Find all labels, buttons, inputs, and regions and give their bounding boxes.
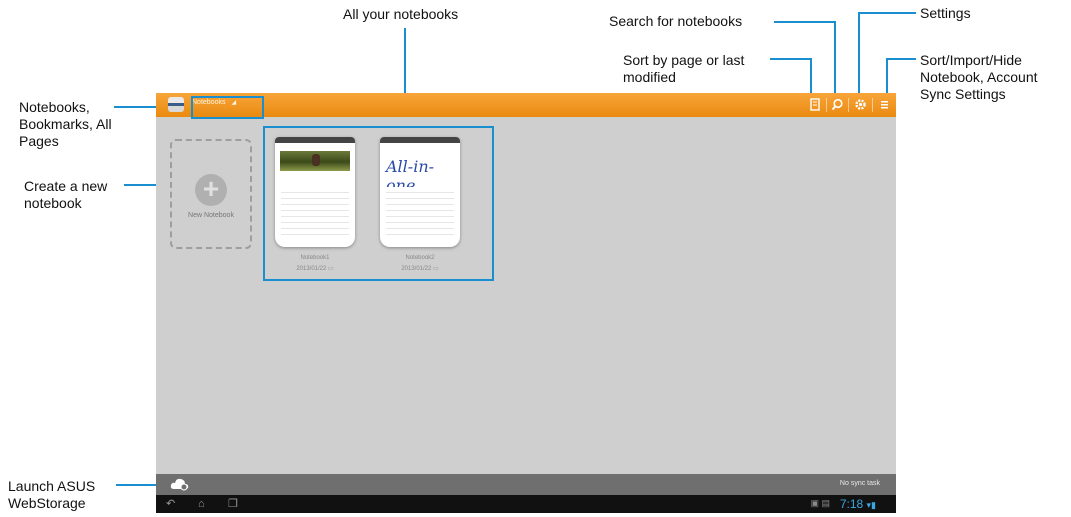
leader-line-sort-v bbox=[810, 58, 812, 96]
search-icon[interactable] bbox=[831, 98, 844, 111]
system-nav-bar: ↶ ⌂ ❐ ▣ ▤ 7:18 ▾▮ bbox=[156, 495, 896, 513]
bottom-bar: No sync task bbox=[156, 474, 896, 495]
action-bar: Notebooks ◢ bbox=[156, 93, 896, 117]
action-bar-divider bbox=[848, 98, 849, 112]
callout-notebooks-menu-line2: Bookmarks, All bbox=[19, 116, 112, 132]
callout-notebooks-menu-line3: Pages bbox=[19, 133, 59, 149]
clock-time: 7:18 bbox=[839, 497, 864, 511]
callout-sort-line1: Sort by page or last bbox=[623, 52, 745, 68]
clock: 7:18 ▾▮ bbox=[840, 497, 876, 511]
leader-line-sort-import-h bbox=[886, 58, 916, 60]
sort-page-icon[interactable] bbox=[809, 98, 822, 111]
callout-settings: Settings bbox=[920, 5, 971, 21]
callout-sort-import-line3: Sync Settings bbox=[920, 86, 1006, 102]
status-icons: ▣ ▤ bbox=[810, 498, 830, 508]
leader-line-sort-import-v bbox=[886, 58, 888, 96]
callout-webstorage: Launch ASUS WebStorage bbox=[8, 478, 95, 512]
leader-line-sort-h bbox=[770, 58, 812, 60]
callout-sort-line2: modified bbox=[623, 69, 676, 85]
back-icon[interactable]: ↶ bbox=[166, 498, 175, 510]
new-notebook-button[interactable]: + New Notebook bbox=[170, 139, 252, 249]
callout-create-new: Create a new notebook bbox=[24, 178, 107, 212]
action-bar-divider bbox=[826, 98, 827, 112]
callout-notebooks-menu-line1: Notebooks, bbox=[19, 99, 90, 115]
overflow-menu-icon[interactable] bbox=[878, 98, 891, 111]
supernote-app-icon[interactable] bbox=[168, 97, 184, 112]
leader-line-search-v bbox=[834, 21, 836, 96]
highlight-notebooks-dropdown bbox=[191, 96, 264, 119]
webstorage-cloud-icon[interactable] bbox=[170, 477, 190, 491]
callout-sort-import: Sort/Import/Hide Notebook, Account Sync … bbox=[920, 52, 1038, 103]
leader-line-settings-h bbox=[858, 12, 916, 14]
callout-all-notebooks: All your notebooks bbox=[343, 6, 459, 22]
sync-status: No sync task bbox=[839, 480, 880, 487]
highlight-notebook-list bbox=[263, 126, 494, 281]
recent-apps-icon[interactable]: ❐ bbox=[228, 498, 238, 510]
gear-icon[interactable] bbox=[854, 98, 867, 111]
callout-search: Search for notebooks bbox=[609, 13, 743, 29]
leader-line-search-h bbox=[774, 21, 836, 23]
leader-line-settings-v bbox=[858, 12, 860, 96]
callout-sort: Sort by page or last modified bbox=[623, 52, 744, 86]
callout-create-new-line1: Create a new bbox=[24, 178, 108, 194]
action-bar-divider bbox=[872, 98, 873, 112]
new-notebook-label: New Notebook bbox=[188, 212, 234, 219]
callout-sort-import-line2: Notebook, Account bbox=[920, 69, 1038, 85]
callout-create-new-line2: notebook bbox=[24, 195, 82, 211]
callout-webstorage-line2: WebStorage bbox=[8, 495, 86, 511]
home-icon[interactable]: ⌂ bbox=[198, 498, 205, 510]
callout-webstorage-line1: Launch ASUS bbox=[8, 478, 96, 494]
battery-icon: ▮ bbox=[871, 500, 876, 510]
callout-sort-import-line1: Sort/Import/Hide bbox=[920, 52, 1022, 68]
callout-notebooks-menu: Notebooks, Bookmarks, All Pages bbox=[19, 99, 112, 150]
add-icon: + bbox=[195, 174, 227, 206]
